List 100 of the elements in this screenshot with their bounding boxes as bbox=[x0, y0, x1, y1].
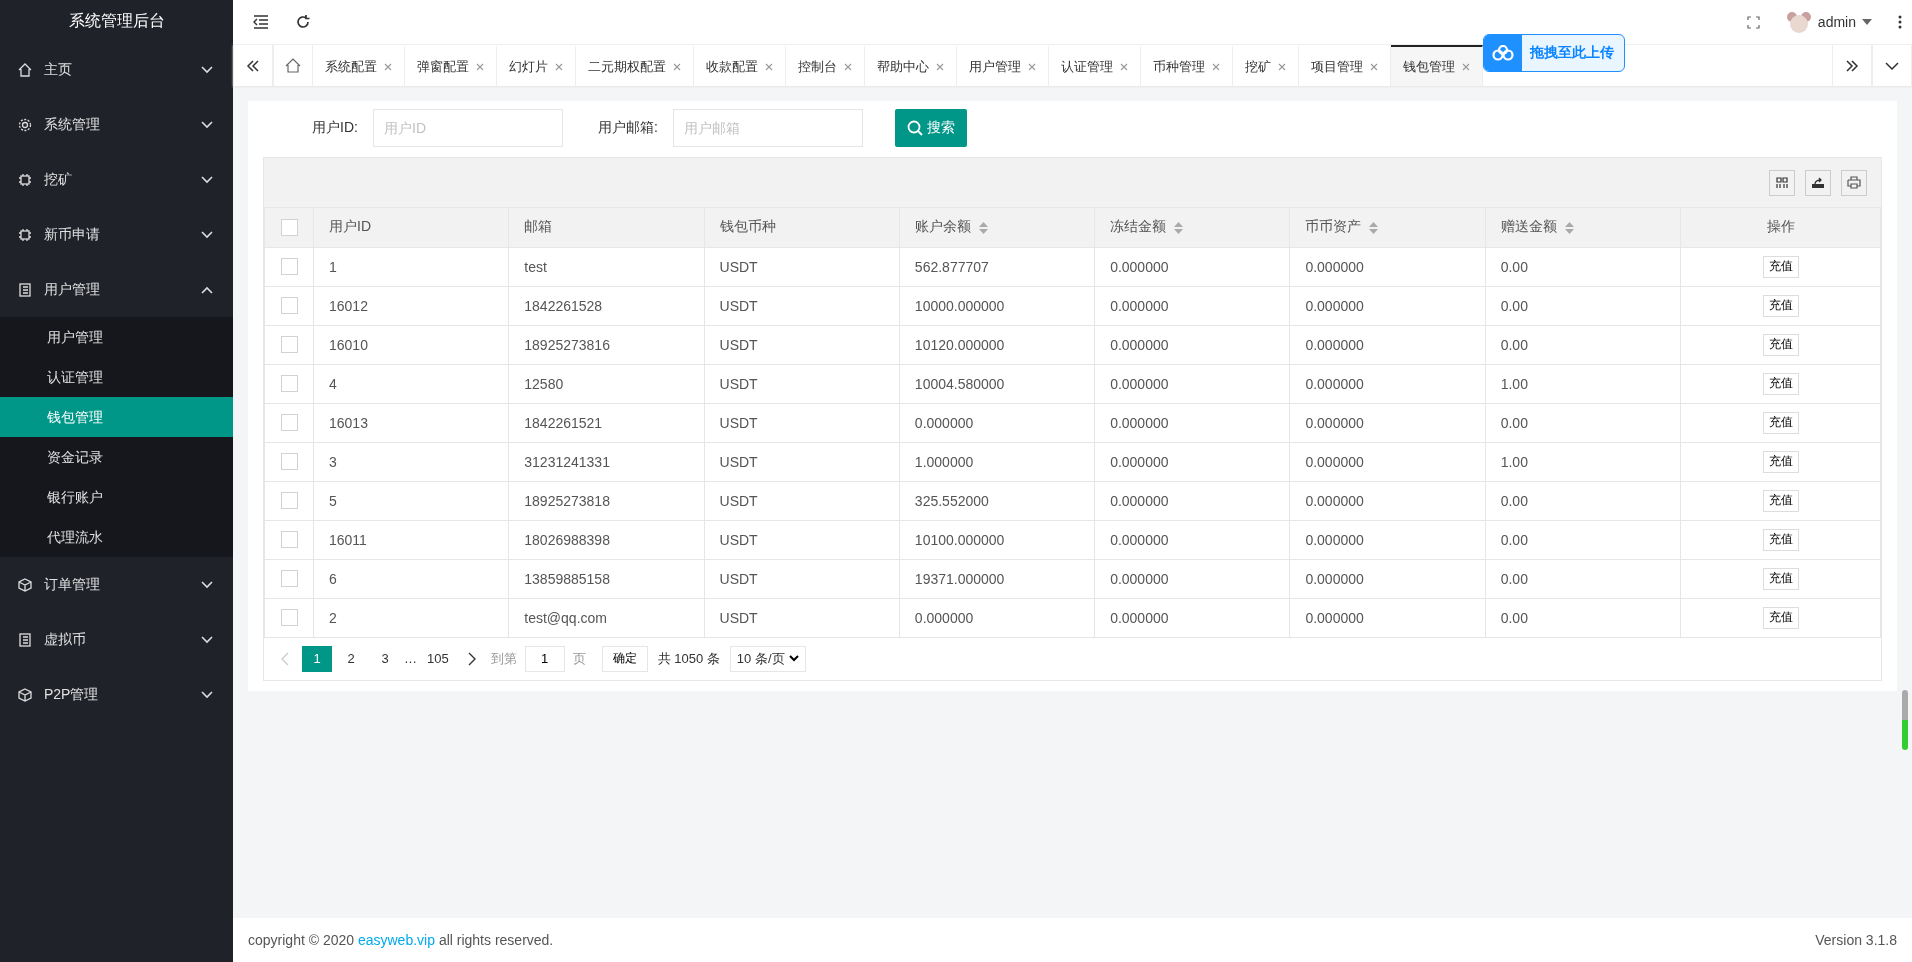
fullscreen-icon[interactable] bbox=[1746, 15, 1760, 29]
table-cell: 0.00 bbox=[1485, 247, 1681, 286]
sort-icon[interactable] bbox=[1174, 221, 1184, 234]
table-cell: 18925273816 bbox=[508, 325, 705, 364]
export-button[interactable] bbox=[1805, 169, 1831, 196]
close-icon[interactable] bbox=[555, 62, 563, 71]
sort-icon[interactable] bbox=[1564, 221, 1574, 234]
row-checkbox[interactable] bbox=[280, 336, 298, 353]
sidebar-item[interactable]: 主页 bbox=[0, 42, 233, 97]
close-icon[interactable] bbox=[1028, 62, 1036, 71]
row-checkbox[interactable] bbox=[280, 531, 298, 548]
row-checkbox[interactable] bbox=[280, 375, 298, 392]
close-icon[interactable] bbox=[476, 62, 484, 71]
page-button[interactable]: 105 bbox=[421, 645, 455, 672]
tab[interactable]: 收款配置 bbox=[694, 45, 786, 86]
search-field[interactable]: 用户ID bbox=[373, 109, 563, 147]
row-checkbox[interactable] bbox=[280, 609, 298, 626]
table-cell: 0.00 bbox=[1485, 403, 1681, 442]
refresh-icon[interactable] bbox=[295, 14, 311, 30]
close-icon[interactable] bbox=[844, 62, 852, 71]
sort-icon[interactable] bbox=[1369, 221, 1379, 234]
print-button[interactable] bbox=[1841, 169, 1867, 196]
table-cell: USDT bbox=[704, 481, 900, 520]
close-icon[interactable] bbox=[673, 62, 681, 71]
columns-button[interactable] bbox=[1769, 169, 1795, 196]
recharge-button[interactable]: 充值 bbox=[1762, 372, 1799, 395]
close-icon[interactable] bbox=[936, 62, 944, 71]
close-icon[interactable] bbox=[1462, 62, 1470, 71]
scroll-right-button[interactable] bbox=[1832, 45, 1872, 86]
row-checkbox[interactable] bbox=[280, 453, 298, 470]
column-header[interactable]: 币币资产 bbox=[1289, 208, 1486, 247]
sort-icon[interactable] bbox=[978, 221, 988, 234]
row-checkbox[interactable] bbox=[280, 570, 298, 587]
sidebar-item[interactable]: P2P管理 bbox=[0, 667, 233, 722]
more-icon[interactable] bbox=[1898, 15, 1902, 29]
column-header[interactable]: 赠送金额 bbox=[1485, 208, 1681, 247]
recharge-button[interactable]: 充值 bbox=[1762, 411, 1799, 434]
recharge-button[interactable]: 充值 bbox=[1762, 294, 1799, 317]
column-header[interactable]: 账户余额 bbox=[899, 208, 1095, 247]
username[interactable]: admin bbox=[1817, 14, 1856, 30]
row-checkbox[interactable] bbox=[280, 297, 298, 314]
close-icon[interactable] bbox=[384, 62, 392, 71]
select-all-checkbox[interactable] bbox=[280, 218, 298, 236]
tab[interactable]: 钱包管理 bbox=[1391, 45, 1483, 86]
tab[interactable]: 帮助中心 bbox=[865, 45, 957, 86]
page-button[interactable]: 2 bbox=[336, 645, 366, 672]
sidebar-item[interactable]: 用户管理 bbox=[0, 262, 233, 317]
search-field[interactable]: 用户邮箱 bbox=[673, 109, 863, 147]
tab[interactable]: 幻灯片 bbox=[497, 45, 576, 86]
row-checkbox[interactable] bbox=[280, 258, 298, 275]
close-icon[interactable] bbox=[1370, 62, 1378, 71]
sidebar-subitem[interactable]: 银行账户 bbox=[0, 477, 233, 517]
tab[interactable]: 系统配置 bbox=[313, 45, 405, 86]
avatar-icon[interactable] bbox=[1785, 9, 1812, 35]
close-icon[interactable] bbox=[1278, 62, 1286, 71]
caret-icon[interactable] bbox=[1862, 19, 1872, 25]
sidebar-subitem[interactable]: 钱包管理 bbox=[0, 397, 233, 437]
tab[interactable]: 二元期权配置 bbox=[576, 45, 694, 86]
recharge-button[interactable]: 充值 bbox=[1762, 450, 1799, 473]
tab[interactable]: 项目管理 bbox=[1299, 45, 1391, 86]
tab[interactable]: 用户管理 bbox=[957, 45, 1049, 86]
close-icon[interactable] bbox=[765, 62, 773, 71]
row-checkbox[interactable] bbox=[280, 492, 298, 509]
page-size-select[interactable]: 10 条/页 bbox=[729, 645, 806, 672]
page-input[interactable]: 1 bbox=[524, 645, 565, 672]
sidebar-item[interactable]: 挖矿 bbox=[0, 152, 233, 207]
sidebar-subitem[interactable]: 资金记录 bbox=[0, 437, 233, 477]
sidebar-item[interactable]: 系统管理 bbox=[0, 97, 233, 152]
row-checkbox[interactable] bbox=[280, 414, 298, 431]
recharge-button[interactable]: 充值 bbox=[1762, 567, 1799, 590]
close-icon[interactable] bbox=[1212, 62, 1220, 71]
tab-menu-button[interactable] bbox=[1872, 45, 1912, 86]
sidebar-item[interactable]: 订单管理 bbox=[0, 557, 233, 612]
confirm-button[interactable]: 确定 bbox=[601, 645, 648, 672]
recharge-button[interactable]: 充值 bbox=[1762, 606, 1799, 629]
page-button[interactable]: 3 bbox=[370, 645, 400, 672]
page-button[interactable]: 1 bbox=[302, 645, 332, 672]
recharge-button[interactable]: 充值 bbox=[1762, 528, 1799, 551]
sidebar-subitem[interactable]: 代理流水 bbox=[0, 517, 233, 557]
column-header[interactable]: 冻结金额 bbox=[1094, 208, 1290, 247]
sidebar-item[interactable]: 虚拟币 bbox=[0, 612, 233, 667]
close-icon[interactable] bbox=[1120, 62, 1128, 71]
tab[interactable]: 挖矿 bbox=[1233, 45, 1299, 86]
sidebar-subitem[interactable]: 认证管理 bbox=[0, 357, 233, 397]
tab[interactable]: 认证管理 bbox=[1049, 45, 1141, 86]
search-button[interactable]: 搜索 bbox=[895, 109, 967, 147]
tab[interactable]: 币种管理 bbox=[1141, 45, 1233, 86]
tab[interactable]: 弹窗配置 bbox=[405, 45, 497, 86]
copyright-text: copyright © 2020 easyweb.vip all rights reserved. bbox=[248, 932, 554, 948]
tab-label: 系统配置 bbox=[325, 57, 377, 76]
recharge-button[interactable]: 充值 bbox=[1762, 489, 1799, 512]
scrollbar[interactable] bbox=[1902, 690, 1908, 750]
tab[interactable]: 控制台 bbox=[786, 45, 865, 86]
sidebar-item[interactable]: 新币申请 bbox=[0, 207, 233, 262]
recharge-button[interactable]: 充值 bbox=[1762, 333, 1799, 356]
menu-collapse-icon[interactable] bbox=[253, 15, 269, 29]
scroll-left-button[interactable] bbox=[233, 45, 273, 86]
recharge-button[interactable]: 充值 bbox=[1762, 255, 1799, 278]
table-cell: 16013 bbox=[313, 403, 509, 442]
sidebar-subitem[interactable]: 用户管理 bbox=[0, 317, 233, 357]
